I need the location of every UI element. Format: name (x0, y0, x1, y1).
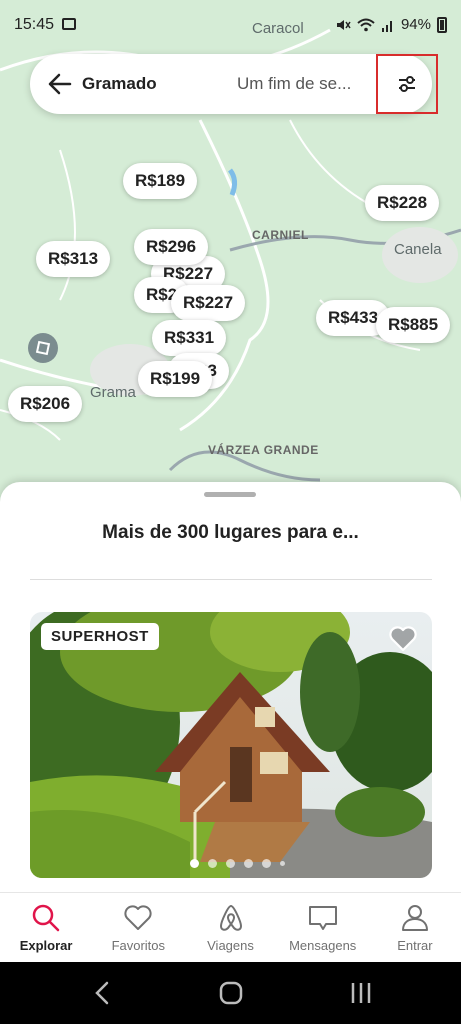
results-sheet[interactable]: Mais de 300 lugares para e... SUPERHOST (0, 482, 461, 892)
airbnb-logo-icon (219, 905, 242, 931)
carousel-dot[interactable] (190, 859, 199, 868)
gallery-notification-icon (62, 18, 76, 30)
sheet-drag-handle[interactable] (204, 492, 256, 497)
carousel-dot[interactable] (262, 859, 271, 868)
filter-sliders-icon (399, 76, 415, 92)
nav-favoritos[interactable]: Favoritos (92, 893, 184, 962)
carousel-dot[interactable] (226, 859, 235, 868)
price-marker[interactable]: R$313 (36, 241, 111, 277)
map-label-carniel: CARNIEL (252, 228, 309, 242)
back-arrow-icon[interactable] (48, 73, 72, 95)
price-marker[interactable]: R$206 (8, 386, 83, 422)
nav-entrar[interactable]: Entrar (369, 893, 461, 962)
carousel-dot[interactable] (208, 859, 217, 868)
status-bar: 15:45 94% (0, 0, 461, 52)
map-label-gramado: Grama (90, 384, 136, 401)
search-icon (32, 904, 60, 932)
mute-icon (336, 19, 351, 30)
results-count-title: Mais de 300 lugares para e... (102, 522, 359, 543)
battery-percent: 94% (400, 16, 431, 33)
search-bar[interactable]: Gramado Um fim de se... (30, 54, 438, 114)
nav-mensagens[interactable]: Mensagens (277, 893, 369, 962)
map-label-varzea: VÁRZEA GRANDE (208, 443, 319, 457)
price-marker[interactable]: R$199 (138, 361, 213, 397)
system-back-icon[interactable] (92, 980, 112, 1006)
nav-label: Entrar (397, 938, 433, 953)
battery-icon (437, 16, 447, 33)
favorite-heart-icon[interactable] (388, 624, 418, 652)
price-marker[interactable]: R$228 (365, 185, 440, 221)
filters-button[interactable] (376, 54, 438, 114)
carousel-dots[interactable] (190, 859, 285, 868)
listing-photo[interactable] (30, 612, 432, 878)
status-time: 15:45 (14, 16, 55, 33)
superhost-badge: SUPERHOST (41, 623, 159, 650)
heart-icon (124, 905, 152, 930)
nav-label: Favoritos (111, 938, 166, 953)
listing-card[interactable]: SUPERHOST (30, 612, 432, 878)
map-label-canela: Canela (394, 241, 442, 258)
price-marker[interactable]: R$189 (123, 163, 198, 199)
message-icon (308, 906, 337, 930)
signal-icon (381, 20, 392, 32)
system-navigation-bar (0, 962, 461, 1024)
search-dates[interactable]: Um fim de se... (237, 74, 351, 94)
attraction-pin-icon[interactable] (28, 333, 58, 363)
system-home-icon[interactable] (218, 980, 244, 1006)
bottom-navigation: Explorar Favoritos Viagens Mensagens Ent… (0, 892, 461, 962)
carousel-dot[interactable] (244, 859, 253, 868)
status-icons: 94% (335, 16, 447, 33)
nav-label: Mensagens (289, 938, 357, 953)
price-marker[interactable]: R$885 (376, 307, 451, 343)
user-icon (401, 905, 428, 931)
price-marker[interactable]: R$227 (171, 285, 246, 321)
search-location[interactable]: Gramado (82, 74, 157, 94)
price-marker[interactable]: R$296 (134, 229, 209, 265)
system-recents-icon[interactable] (349, 980, 373, 1006)
app-screen: Caracol CARNIEL Canela Grama VÁRZEA GRAN… (0, 0, 461, 1024)
carousel-dot[interactable] (280, 861, 285, 866)
divider (30, 579, 432, 580)
nav-viagens[interactable]: Viagens (184, 893, 276, 962)
nav-label: Viagens (207, 938, 254, 953)
wifi-icon (357, 18, 375, 31)
price-marker[interactable]: R$331 (152, 320, 227, 356)
nav-label: Explorar (19, 938, 73, 953)
nav-explorar[interactable]: Explorar (0, 893, 92, 962)
